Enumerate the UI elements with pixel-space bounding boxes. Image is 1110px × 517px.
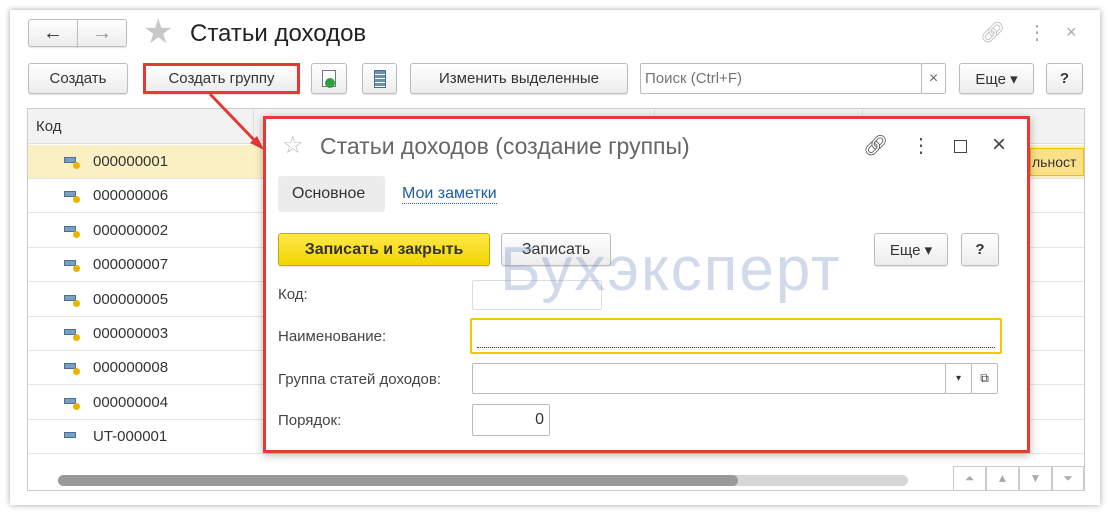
group-label: Группа статей доходов:: [278, 371, 442, 388]
group-field[interactable]: [472, 363, 946, 394]
group-dropdown-button[interactable]: ▾: [945, 363, 972, 394]
name-field-required-underline: [477, 347, 995, 348]
order-field[interactable]: 0: [472, 404, 550, 436]
dialog-close-icon[interactable]: ×: [992, 131, 1006, 159]
dialog-help-button[interactable]: ?: [961, 233, 999, 266]
create-group-dialog: ☆ Статьи доходов (создание группы) 🔗︎ ⋮ …: [263, 116, 1030, 453]
dialog-title: Статьи доходов (создание группы): [320, 133, 690, 159]
name-label: Наименование:: [278, 328, 387, 345]
dialog-favorite-star-icon[interactable]: ☆: [282, 131, 304, 160]
order-label: Порядок:: [278, 412, 342, 429]
name-field[interactable]: [470, 318, 1002, 354]
save-button[interactable]: Записать: [501, 233, 611, 266]
code-field[interactable]: [472, 280, 602, 310]
code-label: Код:: [278, 286, 308, 303]
dialog-link-icon[interactable]: 🔗︎: [863, 133, 888, 158]
dialog-more-button[interactable]: Еще ▾: [874, 233, 948, 266]
group-open-button[interactable]: ⧉: [971, 363, 998, 394]
tab-my-notes[interactable]: Мои заметки: [402, 185, 497, 204]
tab-main[interactable]: Основное: [278, 176, 385, 212]
dialog-more-icon[interactable]: ⋮: [911, 133, 931, 158]
dialog-maximize-icon[interactable]: [954, 140, 967, 153]
save-and-close-button[interactable]: Записать и закрыть: [278, 233, 490, 266]
